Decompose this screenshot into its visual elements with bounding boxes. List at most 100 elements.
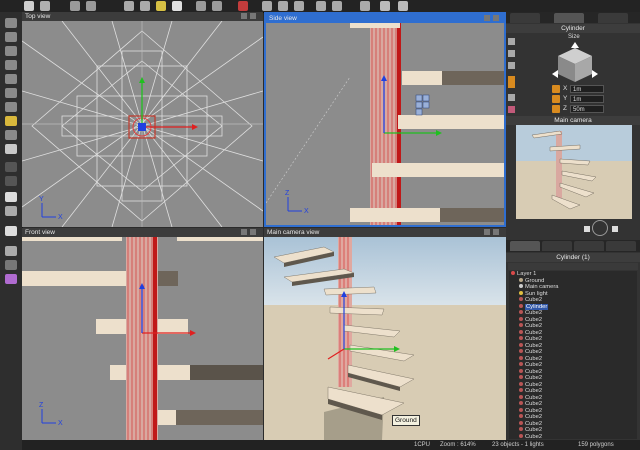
tree-item-label: Cube2 bbox=[525, 297, 543, 303]
viewport-title: Side view bbox=[269, 15, 297, 22]
side-axis-z-label: Z bbox=[285, 190, 290, 197]
cube-icon bbox=[519, 388, 523, 393]
tab-materials[interactable] bbox=[598, 13, 628, 23]
edit-tool-icon[interactable] bbox=[5, 60, 17, 70]
preview-hand-icon[interactable] bbox=[584, 226, 590, 232]
zoom-icon[interactable] bbox=[262, 1, 272, 11]
size-tool-icon[interactable] bbox=[508, 76, 515, 88]
cube-icon bbox=[519, 316, 523, 321]
link-tool-icon[interactable] bbox=[5, 192, 17, 202]
cube-icon bbox=[519, 368, 523, 373]
duplicate-tool-icon[interactable] bbox=[5, 206, 17, 216]
help-icon[interactable] bbox=[398, 1, 408, 11]
redo-icon[interactable] bbox=[140, 1, 150, 11]
left-toolbar bbox=[0, 12, 23, 450]
paint-tool-icon[interactable] bbox=[5, 144, 17, 154]
front-viewport[interactable]: Front view X Z bbox=[22, 228, 263, 440]
maximize-icon[interactable] bbox=[493, 229, 499, 235]
size-x-input[interactable]: 1m bbox=[570, 85, 604, 93]
camera-preview[interactable] bbox=[516, 125, 632, 219]
materials-icon[interactable] bbox=[238, 1, 248, 11]
lights-icon[interactable] bbox=[172, 1, 182, 11]
lathe-tool-icon[interactable] bbox=[5, 88, 17, 98]
light-icon bbox=[519, 290, 523, 295]
tab-scene-tree[interactable] bbox=[510, 241, 540, 251]
size-y-label: Y bbox=[563, 95, 568, 102]
select-tool-icon[interactable] bbox=[5, 18, 17, 28]
tree-item-label: Cylinder bbox=[525, 303, 549, 310]
size-z-input[interactable]: 50m bbox=[570, 105, 604, 113]
cube-icon bbox=[519, 394, 523, 399]
rotate-tool-icon[interactable] bbox=[508, 50, 515, 57]
cube-icon bbox=[519, 362, 523, 367]
tree-item-label: Cube2 bbox=[525, 401, 543, 407]
new-file-icon[interactable] bbox=[24, 1, 34, 11]
size-label: Size bbox=[568, 34, 580, 40]
import-icon[interactable] bbox=[196, 1, 206, 11]
sweep-tool-icon[interactable] bbox=[5, 102, 17, 112]
extrude-tool-icon[interactable] bbox=[5, 74, 17, 84]
pencil-tool-icon[interactable] bbox=[508, 94, 515, 101]
scale-tool-icon[interactable] bbox=[508, 62, 515, 69]
side-viewport[interactable]: Side view X Z bbox=[264, 12, 506, 227]
tab-textures[interactable] bbox=[574, 241, 604, 251]
side-column bbox=[370, 23, 401, 225]
render-icon[interactable] bbox=[156, 1, 166, 11]
preview-zoom-icon[interactable] bbox=[612, 226, 618, 232]
cube-icon bbox=[519, 414, 523, 419]
ungroup-tool-icon[interactable] bbox=[5, 176, 17, 186]
viewport-menu-icon[interactable] bbox=[484, 15, 490, 21]
material-ball-icon[interactable] bbox=[5, 274, 17, 284]
viewport-menu-icon[interactable] bbox=[241, 13, 247, 19]
save-as-icon[interactable] bbox=[86, 1, 96, 11]
light-tool-icon[interactable] bbox=[5, 116, 17, 126]
tab-library[interactable] bbox=[606, 241, 636, 251]
tab-size[interactable] bbox=[554, 13, 584, 23]
pan-icon[interactable] bbox=[278, 1, 288, 11]
tree-item-label: Cube2 bbox=[525, 329, 543, 336]
zoom-indicator: Zoom : 614% bbox=[440, 442, 476, 448]
viewport-title-bar: Front view bbox=[22, 228, 263, 237]
move-tool-icon[interactable] bbox=[508, 38, 515, 45]
sphere-tool-icon[interactable] bbox=[5, 260, 17, 270]
maximize-icon[interactable] bbox=[250, 229, 256, 235]
size-x-label: X bbox=[563, 85, 568, 92]
tab-catalog[interactable] bbox=[542, 241, 572, 251]
camera-tool-icon[interactable] bbox=[5, 130, 17, 140]
tree-item-label: Ground bbox=[525, 277, 545, 284]
viewport-menu-icon[interactable] bbox=[484, 229, 490, 235]
size-y-input[interactable]: 1m bbox=[570, 95, 604, 103]
group-tool-icon[interactable] bbox=[5, 162, 17, 172]
undo-icon[interactable] bbox=[124, 1, 134, 11]
cube-icon bbox=[519, 375, 523, 380]
tree-item-cube[interactable]: Cube2 bbox=[509, 434, 637, 439]
tree-item-label: Cube2 bbox=[525, 349, 543, 355]
box-tool-icon[interactable] bbox=[5, 32, 17, 42]
export-icon[interactable] bbox=[212, 1, 222, 11]
cube-icon bbox=[519, 407, 523, 412]
world-tool-icon[interactable] bbox=[5, 246, 17, 256]
eraser-tool-icon[interactable] bbox=[508, 106, 515, 113]
grid-icon[interactable] bbox=[332, 1, 342, 11]
tree-item-label: Cube2 bbox=[525, 368, 543, 375]
size-cube-icon[interactable] bbox=[550, 42, 600, 84]
polygons-count: 159 polygons bbox=[578, 442, 614, 448]
save-icon[interactable] bbox=[70, 1, 80, 11]
viewport-menu-icon[interactable] bbox=[241, 229, 247, 235]
tab-object[interactable] bbox=[510, 13, 540, 23]
preview-nav-icon[interactable] bbox=[592, 220, 608, 236]
maximize-icon[interactable] bbox=[493, 15, 499, 21]
open-file-icon[interactable] bbox=[40, 1, 50, 11]
stop-icon[interactable] bbox=[380, 1, 390, 11]
cube-icon bbox=[519, 349, 523, 354]
snap-tool-icon[interactable] bbox=[5, 226, 17, 236]
fit-icon[interactable] bbox=[316, 1, 326, 11]
maximize-icon[interactable] bbox=[250, 13, 256, 19]
text-tool-icon[interactable] bbox=[5, 46, 17, 56]
camera-icon[interactable] bbox=[360, 1, 370, 11]
top-viewport[interactable]: Top view X Y bbox=[22, 12, 263, 227]
main-camera-viewport[interactable]: Main camera view Ground bbox=[264, 228, 506, 440]
scene-tree[interactable]: Layer 1 Ground Main camera Sun light Cube2 Cy… bbox=[509, 271, 637, 439]
rotate-icon[interactable] bbox=[294, 1, 304, 11]
size-z-icon bbox=[552, 105, 560, 113]
